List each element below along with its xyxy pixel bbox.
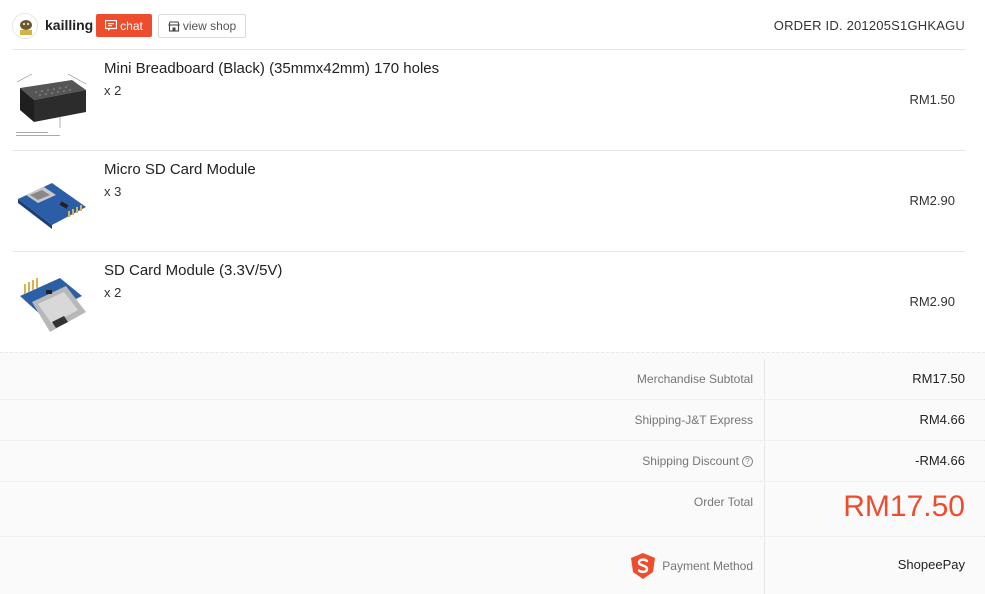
shipping-label: Shipping-J&T Express xyxy=(634,413,754,427)
shipping-discount-value: -RM4.66 xyxy=(915,453,965,468)
order-total-label: Order Total xyxy=(693,495,753,509)
item-price: RM2.90 xyxy=(909,193,955,208)
sd-module-image-icon xyxy=(12,262,92,342)
micro-sd-module-image-icon xyxy=(12,161,92,241)
shop-avatar-icon xyxy=(13,14,37,38)
shopee-logo-icon xyxy=(631,553,656,579)
breadboard-image-icon xyxy=(12,60,92,140)
payment-method-label: Payment Method xyxy=(662,559,753,573)
shop-avatar[interactable] xyxy=(12,13,38,39)
order-total-row: Order Total RM17.50 xyxy=(0,482,985,537)
order-item[interactable]: SD Card Module (3.3V/5V) x 2 RM2.90 xyxy=(12,251,965,352)
sd-module-thumbnail[interactable] xyxy=(12,262,92,342)
shop-name[interactable]: kailling xyxy=(45,17,93,33)
shipping-value: RM4.66 xyxy=(919,412,965,427)
shipping-discount-row: Shipping Discount? -RM4.66 xyxy=(0,441,985,482)
shipping-row: Shipping-J&T Express RM4.66 xyxy=(0,400,985,441)
payment-method-label-wrap: Payment Method xyxy=(628,551,753,581)
item-price: RM1.50 xyxy=(909,92,955,107)
shipping-discount-label-wrap: Shipping Discount? xyxy=(642,454,753,468)
order-item[interactable]: Micro SD Card Module x 3 RM2.90 xyxy=(12,150,965,251)
merchandise-subtotal-value: RM17.50 xyxy=(912,371,965,386)
micro-sd-module-thumbnail[interactable] xyxy=(12,161,92,241)
item-quantity: x 2 xyxy=(104,83,122,98)
order-total-value: RM17.50 xyxy=(843,490,965,523)
chat-icon xyxy=(105,20,118,31)
payment-method-row: Payment Method ShopeePay xyxy=(0,537,985,594)
help-icon[interactable]: ? xyxy=(742,456,753,468)
item-quantity: x 3 xyxy=(104,184,122,199)
order-item[interactable]: Mini Breadboard (Black) (35mmx42mm) 170 … xyxy=(12,49,965,150)
view-shop-label: view shop xyxy=(182,19,237,33)
chat-button[interactable]: chat xyxy=(96,14,152,37)
order-id: ORDER ID. 201205S1GHKAGU xyxy=(773,18,965,33)
item-name[interactable]: Micro SD Card Module xyxy=(104,161,256,178)
item-price: RM2.90 xyxy=(909,294,955,309)
merchandise-subtotal-row: Merchandise Subtotal RM17.50 xyxy=(0,359,985,400)
breadboard-thumbnail[interactable] xyxy=(12,60,92,140)
item-name[interactable]: SD Card Module (3.3V/5V) xyxy=(104,262,282,279)
shipping-discount-label: Shipping Discount xyxy=(642,454,739,468)
item-quantity: x 2 xyxy=(104,285,122,300)
item-name[interactable]: Mini Breadboard (Black) (35mmx42mm) 170 … xyxy=(104,60,439,77)
shop-header: kailling chat view shop ORDER ID. 201205… xyxy=(0,0,985,50)
merchandise-subtotal-label: Merchandise Subtotal xyxy=(636,372,753,386)
shop-icon xyxy=(168,20,180,32)
chat-button-label: chat xyxy=(120,18,143,33)
payment-method-value: ShopeePay xyxy=(897,557,965,572)
order-summary: Merchandise Subtotal RM17.50 Shipping-J&… xyxy=(0,352,985,594)
view-shop-button[interactable]: view shop xyxy=(158,14,246,38)
